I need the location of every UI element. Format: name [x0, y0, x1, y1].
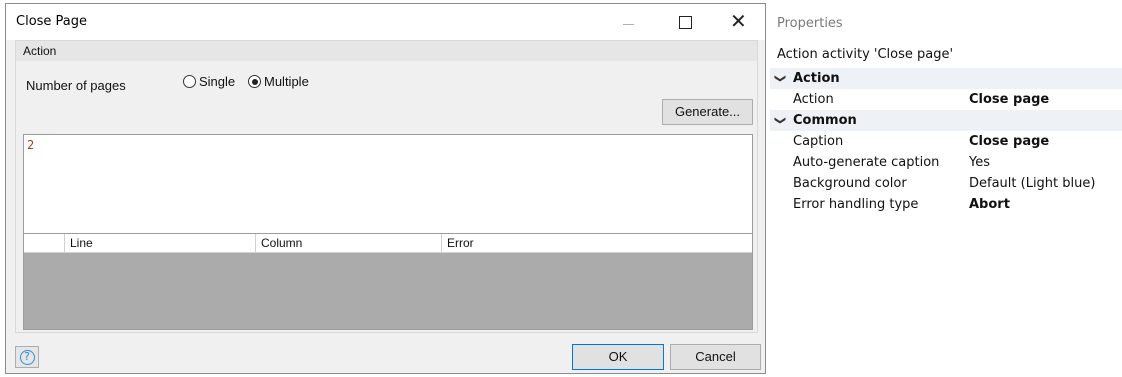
property-row-background-color[interactable]: Background color Default (Light blue)	[770, 173, 1122, 194]
error-table-header: Line Column Error	[24, 234, 752, 253]
minimize-icon	[623, 24, 634, 25]
ok-button[interactable]: OK	[572, 344, 664, 370]
column-header-column[interactable]: Column	[255, 234, 441, 253]
category-common[interactable]: ❯ Common	[770, 110, 1122, 131]
chevron-down-icon[interactable]: ❯	[770, 74, 791, 83]
property-value[interactable]: Close page	[969, 89, 1049, 110]
close-page-dialog: Close Page ✕ Action Number of pages Sing…	[5, 3, 766, 374]
property-name: Background color	[793, 176, 907, 191]
generate-button[interactable]: Generate...	[662, 99, 753, 125]
radio-multiple-circle[interactable]	[248, 75, 261, 88]
expression-text: 2	[27, 138, 35, 152]
property-name: Caption	[793, 134, 844, 149]
close-icon: ✕	[730, 9, 747, 33]
property-name: Action	[793, 92, 834, 107]
property-name: Auto-generate caption	[793, 155, 940, 170]
error-table: Line Column Error	[23, 234, 753, 330]
property-name: Error handling type	[793, 197, 919, 212]
cancel-button[interactable]: Cancel	[670, 344, 761, 370]
action-group: Action Number of pages Single Multiple G…	[15, 40, 758, 333]
property-row-caption[interactable]: Caption Close page	[770, 131, 1122, 152]
property-value[interactable]: Abort	[969, 194, 1010, 215]
column-header-blank[interactable]	[24, 234, 64, 253]
properties-title: Properties	[777, 16, 843, 31]
number-of-pages-label: Number of pages	[26, 78, 126, 93]
radio-single-label: Single	[199, 74, 236, 89]
dialog-titlebar: Close Page ✕	[6, 4, 765, 40]
chevron-down-icon[interactable]: ❯	[770, 116, 791, 125]
help-button[interactable]: ?	[15, 346, 39, 368]
radio-multiple-label: Multiple	[264, 74, 309, 89]
property-value[interactable]: Close page	[969, 131, 1049, 152]
close-button[interactable]: ✕	[716, 4, 762, 40]
action-group-title: Action	[23, 44, 57, 58]
properties-panel: Properties Action activity 'Close page' …	[770, 0, 1122, 377]
property-row-auto-generate-caption[interactable]: Auto-generate caption Yes	[770, 152, 1122, 173]
radio-multiple[interactable]: Multiple	[248, 74, 309, 89]
column-header-error[interactable]: Error	[441, 234, 753, 253]
column-header-line[interactable]: Line	[64, 234, 255, 253]
expression-editor[interactable]: 2	[23, 134, 753, 234]
minimize-button[interactable]	[605, 4, 651, 40]
category-action[interactable]: ❯ Action	[770, 68, 1122, 89]
dialog-title: Close Page	[16, 14, 88, 29]
help-icon: ?	[19, 349, 35, 365]
maximize-icon	[679, 16, 692, 29]
property-value[interactable]: Default (Light blue)	[969, 173, 1095, 194]
property-row-action[interactable]: Action Close page	[770, 89, 1122, 110]
property-value[interactable]: Yes	[969, 152, 990, 173]
properties-subtitle: Action activity 'Close page'	[777, 47, 954, 62]
category-common-label: Common	[793, 113, 857, 128]
category-action-label: Action	[793, 71, 840, 86]
radio-single-circle[interactable]	[183, 75, 196, 88]
maximize-button[interactable]	[662, 4, 708, 40]
radio-single[interactable]: Single	[183, 74, 235, 89]
action-group-header: Action	[16, 41, 757, 61]
property-row-error-handling-type[interactable]: Error handling type Abort	[770, 194, 1122, 215]
